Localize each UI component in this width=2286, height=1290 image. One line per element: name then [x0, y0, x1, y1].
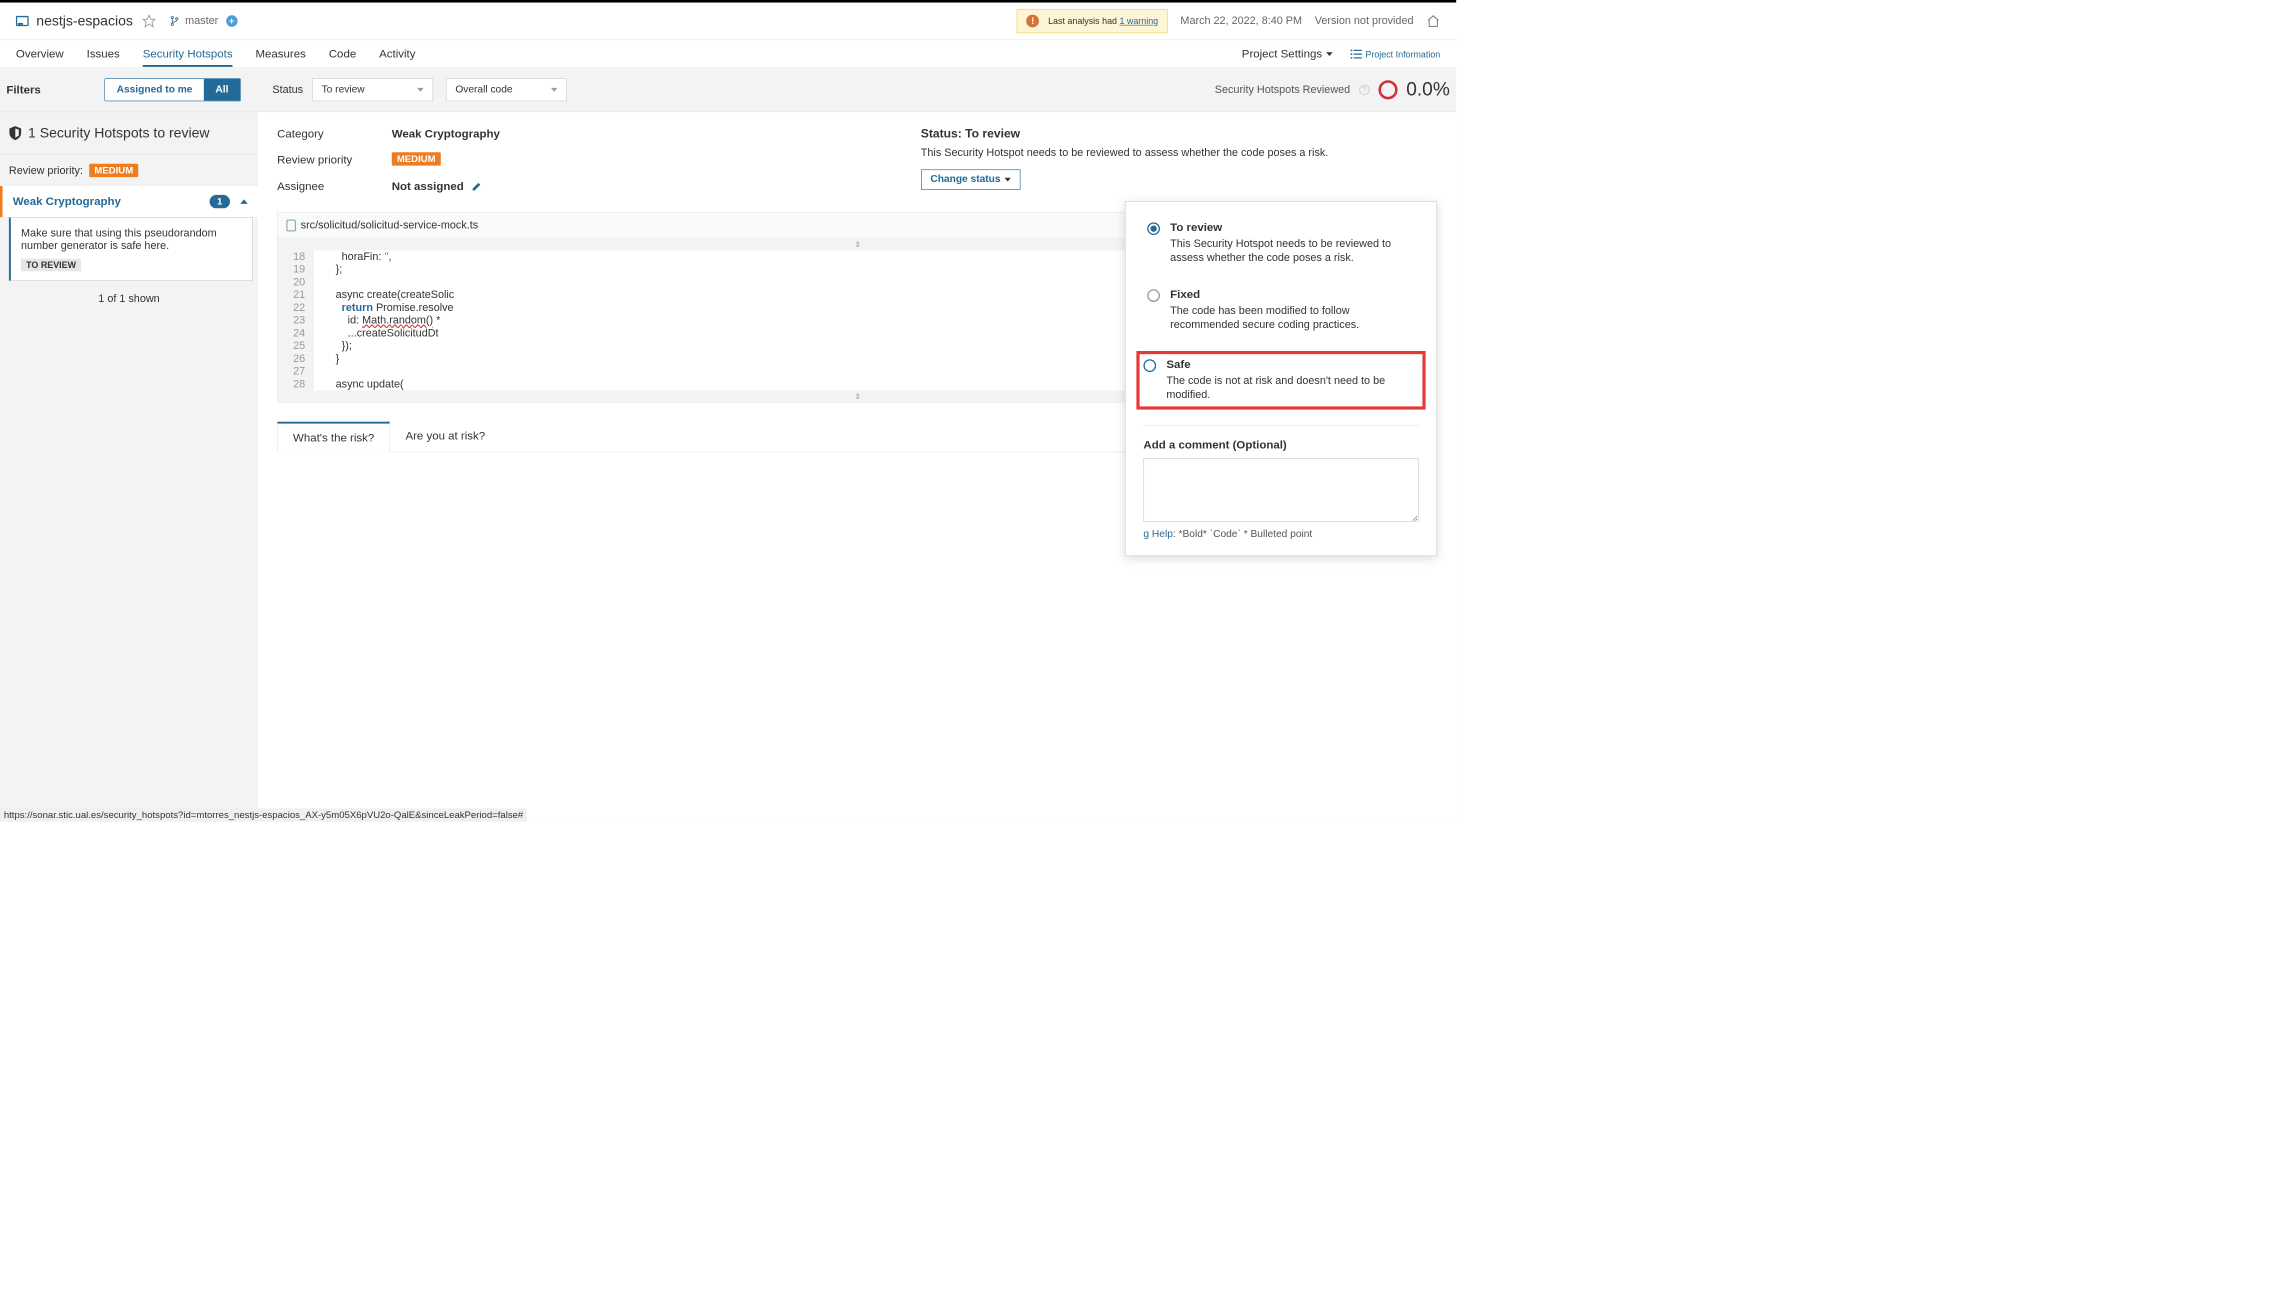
status-title: Status: To review	[921, 127, 1437, 141]
chevron-down-icon	[417, 88, 423, 92]
status-select[interactable]: To review	[312, 78, 433, 101]
shield-icon	[9, 126, 22, 140]
comment-textarea[interactable]	[1143, 458, 1418, 522]
status-option-to-review[interactable]: To review This Security Hotspot needs to …	[1143, 217, 1418, 269]
warning-text: Last analysis had	[1048, 16, 1117, 26]
filters-label: Filters	[6, 83, 40, 96]
tab-security-hotspots[interactable]: Security Hotspots	[143, 41, 233, 67]
warning-icon: !	[1026, 15, 1039, 28]
priority-label: Review priority	[277, 154, 379, 167]
project-settings-dropdown[interactable]: Project Settings	[1242, 47, 1332, 60]
issue-status-badge: TO REVIEW	[21, 259, 81, 272]
issue-text: Make sure that using this pseudorandom n…	[21, 227, 242, 252]
all-button[interactable]: All	[204, 79, 240, 101]
status-select-value: To review	[322, 84, 365, 95]
assignee-value: Not assigned	[392, 180, 464, 193]
category-label: Category	[277, 127, 379, 140]
chevron-up-icon	[240, 199, 248, 203]
radio-icon	[1143, 360, 1156, 373]
add-branch-icon[interactable]: +	[226, 15, 237, 26]
category-value: Weak Cryptography	[392, 127, 908, 140]
tab-measures[interactable]: Measures	[256, 41, 306, 67]
category-count: 1	[209, 195, 230, 208]
priority-badge-detail: MEDIUM	[392, 152, 441, 165]
tab-code[interactable]: Code	[329, 41, 356, 67]
list-icon	[1350, 49, 1361, 58]
branch-icon	[170, 15, 179, 26]
tab-issues[interactable]: Issues	[87, 41, 120, 67]
category-name: Weak Cryptography	[13, 195, 121, 208]
priority-badge: MEDIUM	[89, 164, 138, 177]
warning-banner: ! Last analysis had 1 warning	[1017, 9, 1168, 33]
project-name[interactable]: nestjs-espacios	[36, 13, 133, 30]
file-icon	[287, 220, 296, 231]
whats-the-risk-tab[interactable]: What's the risk?	[277, 422, 390, 453]
format-help: g Help: *Bold* `Code` * Bulleted point	[1143, 528, 1418, 539]
project-information-label: Project Information	[1365, 49, 1440, 59]
option-desc: The code is not at risk and doesn't need…	[1166, 374, 1418, 402]
analysis-timestamp: March 22, 2022, 8:40 PM	[1180, 15, 1302, 28]
branch-name[interactable]: master	[185, 15, 218, 28]
shown-count: 1 of 1 shown	[0, 281, 258, 317]
option-title: To review	[1170, 221, 1415, 234]
status-filter-label: Status	[272, 83, 303, 96]
category-row[interactable]: Weak Cryptography 1	[0, 186, 258, 217]
status-option-fixed[interactable]: Fixed The code has been modified to follo…	[1143, 284, 1418, 336]
code-scope-select[interactable]: Overall code	[446, 78, 567, 101]
are-you-at-risk-tab[interactable]: Are you at risk?	[390, 422, 500, 452]
option-title: Fixed	[1170, 288, 1415, 301]
sidebar-priority-label: Review priority:	[9, 164, 83, 177]
project-information-link[interactable]: Project Information	[1350, 49, 1440, 59]
reviewed-donut-icon	[1378, 80, 1397, 99]
status-description: This Security Hotspot needs to be review…	[921, 145, 1437, 160]
option-desc: The code has been modified to follow rec…	[1170, 304, 1415, 332]
edit-icon[interactable]	[471, 181, 481, 191]
status-bar-url: https://sonar.stic.ual.es/security_hotsp…	[0, 808, 527, 821]
option-title: Safe	[1166, 358, 1418, 371]
reviewed-percent: 0.0%	[1406, 79, 1450, 101]
assigned-to-me-button[interactable]: Assigned to me	[105, 79, 204, 101]
help-icon[interactable]: ?	[1359, 85, 1369, 95]
option-desc: This Security Hotspot needs to be review…	[1170, 237, 1415, 265]
issue-card[interactable]: Make sure that using this pseudorandom n…	[9, 217, 253, 281]
code-scope-value: Overall code	[455, 84, 512, 95]
formatting-help-link[interactable]: g Help	[1143, 528, 1172, 539]
home-icon[interactable]	[1426, 14, 1440, 28]
warning-link[interactable]: 1 warning	[1119, 16, 1158, 26]
version-text: Version not provided	[1315, 15, 1414, 28]
reviewed-label: Security Hotspots Reviewed	[1215, 83, 1350, 96]
radio-icon	[1147, 222, 1160, 235]
sidebar-title: 1 Security Hotspots to review	[28, 125, 209, 142]
radio-icon	[1147, 289, 1160, 302]
change-status-popup: To review This Security Hotspot needs to …	[1125, 201, 1437, 556]
chevron-down-icon	[551, 88, 557, 92]
tab-overview[interactable]: Overview	[16, 41, 64, 67]
star-icon[interactable]	[142, 14, 156, 28]
project-icon	[16, 16, 29, 26]
assignee-label: Assignee	[277, 180, 379, 193]
change-status-button[interactable]: Change status	[921, 169, 1021, 189]
file-path: src/solicitud/solicitud-service-mock.ts	[301, 219, 479, 232]
status-option-safe[interactable]: Safe The code is not at risk and doesn't …	[1136, 351, 1425, 409]
assignment-toggle: Assigned to me All	[104, 78, 240, 101]
comment-label: Add a comment (Optional)	[1143, 438, 1418, 451]
tab-activity[interactable]: Activity	[379, 41, 415, 67]
